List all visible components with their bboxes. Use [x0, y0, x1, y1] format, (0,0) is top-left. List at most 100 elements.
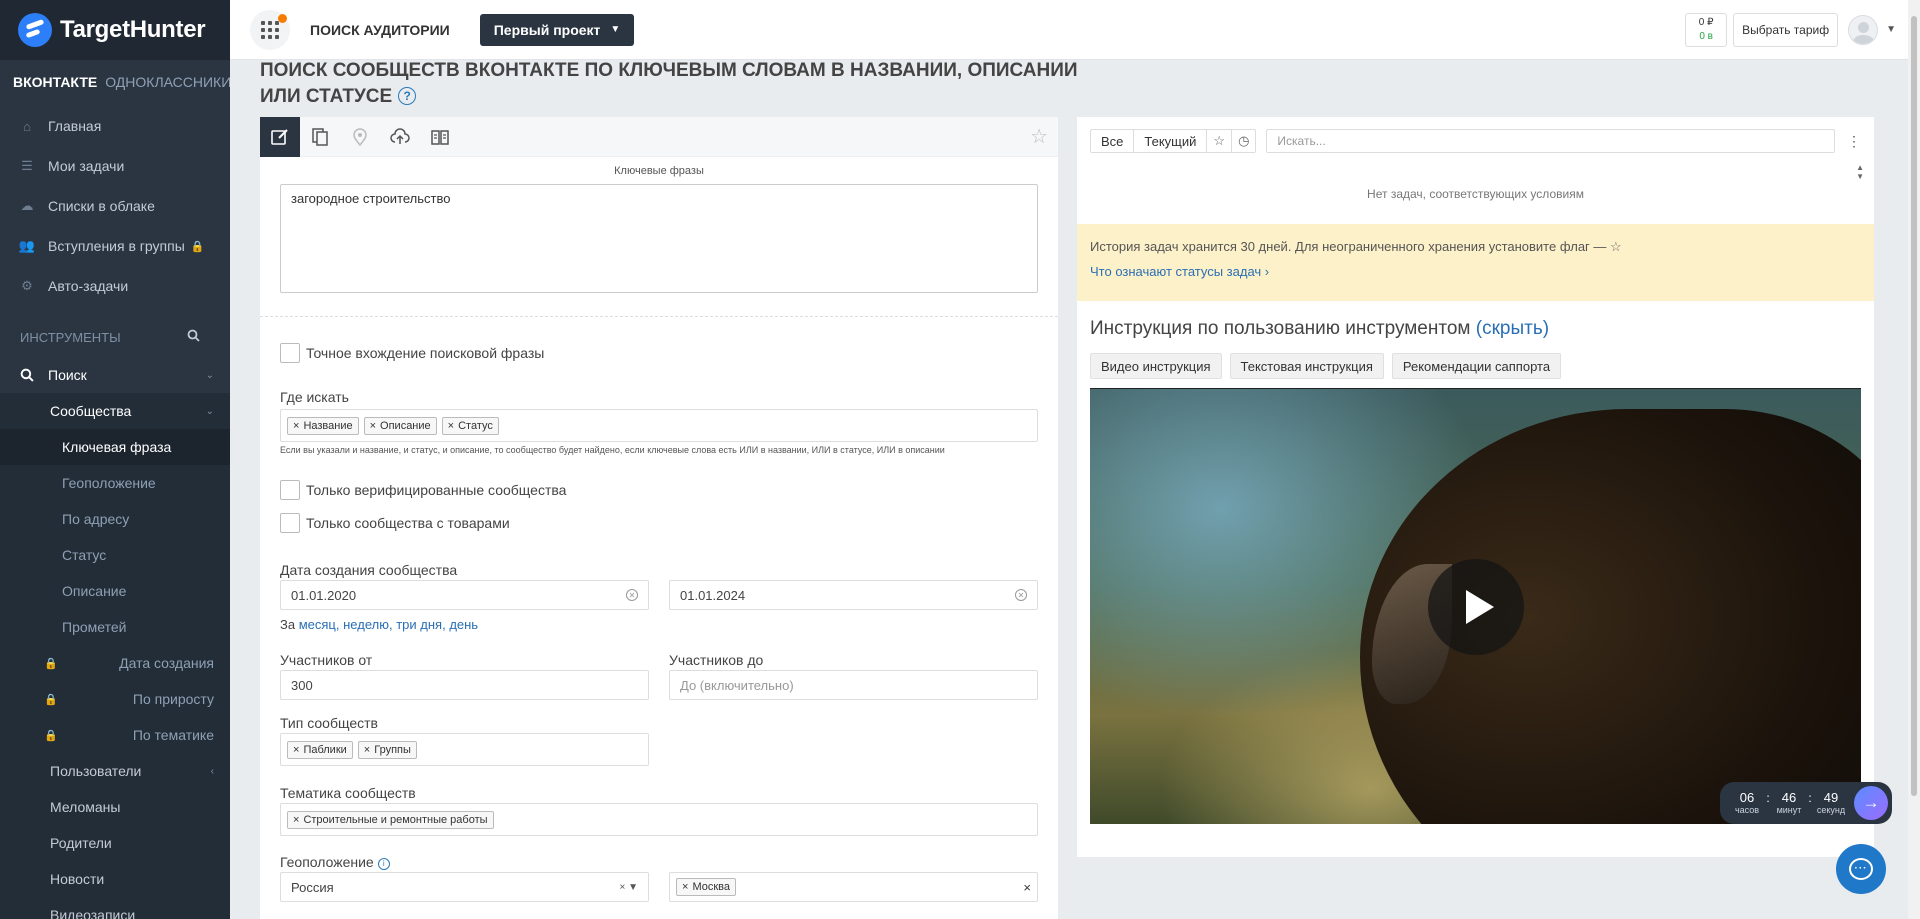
members-to-input[interactable]: До (включительно): [669, 670, 1038, 700]
sidebar-item-videos[interactable]: Видеозаписи: [0, 897, 230, 919]
tag-description[interactable]: × Описание: [363, 416, 437, 435]
date-from-input[interactable]: 01.01.2020 ✕: [280, 580, 649, 610]
tag-publics[interactable]: × Паблики: [287, 740, 353, 759]
members-from-input[interactable]: 300: [280, 670, 649, 700]
sidebar-item-users[interactable]: Пользователи ‹: [0, 753, 230, 789]
sidebar-item-keyword[interactable]: Ключевая фраза: [0, 429, 230, 465]
tab-copy[interactable]: [300, 117, 340, 157]
search-icon[interactable]: [187, 329, 200, 345]
avatar[interactable]: [1848, 14, 1879, 45]
clear-icon[interactable]: ×: [1023, 880, 1031, 895]
tab-upload[interactable]: [380, 117, 420, 157]
remove-icon[interactable]: ×: [370, 420, 376, 432]
period-day-link[interactable]: день: [449, 617, 478, 632]
filter-history-button[interactable]: ◷: [1232, 130, 1255, 152]
page-scrollbar[interactable]: [1908, 0, 1920, 919]
tab-location[interactable]: [340, 117, 380, 157]
arrow-right-icon[interactable]: →: [1854, 786, 1888, 820]
help-icon[interactable]: ?: [398, 87, 417, 105]
tasks-search-input[interactable]: Искать...: [1266, 129, 1835, 153]
type-label: Тип сообществ: [280, 715, 378, 731]
tab-edit[interactable]: [260, 116, 300, 157]
tab-support-recommendations[interactable]: Рекомендации саппорта: [1391, 353, 1562, 379]
caret-down-icon[interactable]: ▼: [1886, 24, 1896, 35]
star-icon[interactable]: ☆: [1610, 239, 1622, 254]
sidebar-item-search[interactable]: Поиск ⌄: [0, 357, 230, 393]
goods-row[interactable]: Только сообщества с товарами: [280, 513, 1058, 533]
sidebar-item-cloud-lists[interactable]: ☁ Списки в облаке: [0, 186, 230, 226]
chat-button[interactable]: ···: [1836, 844, 1886, 894]
sidebar-item-prometheus[interactable]: Прометей: [0, 609, 230, 645]
tag-status[interactable]: × Статус: [441, 416, 499, 435]
apps-button[interactable]: [250, 9, 290, 50]
type-tags-input[interactable]: × Паблики × Группы: [280, 733, 649, 766]
goods-checkbox[interactable]: [280, 513, 300, 533]
exact-match-checkbox[interactable]: [280, 343, 300, 363]
star-icon[interactable]: ☆: [1030, 124, 1048, 149]
sidebar-item-by-theme[interactable]: 🔒 По тематике: [0, 717, 230, 753]
sidebar-item-by-growth[interactable]: 🔒 По приросту: [0, 681, 230, 717]
tab-text-instruction[interactable]: Текстовая инструкция: [1229, 353, 1384, 379]
hide-instruction-link[interactable]: (скрыть): [1476, 318, 1549, 339]
remove-icon[interactable]: ×: [682, 881, 688, 893]
sidebar-item-label: Меломаны: [50, 799, 121, 815]
city-tags-input[interactable]: × Москва ×: [669, 872, 1038, 902]
sidebar-item-creation-date[interactable]: 🔒 Дата создания: [0, 645, 230, 681]
period-month-link[interactable]: месяц,: [299, 617, 340, 632]
exact-match-row[interactable]: Точное вхождение поисковой фразы: [280, 343, 1058, 363]
sidebar-item-home[interactable]: ⌂ Главная: [0, 106, 230, 146]
where-tags-input[interactable]: × Название × Описание × Статус: [280, 409, 1038, 442]
tab-vkontakte[interactable]: ВКОНТАКТЕ: [13, 74, 97, 106]
sidebar-item-description[interactable]: Описание: [0, 573, 230, 609]
sidebar-item-parents[interactable]: Родители: [0, 825, 230, 861]
tag-groups[interactable]: × Группы: [357, 740, 417, 759]
clear-icon[interactable]: ✕: [1015, 589, 1027, 601]
verified-row[interactable]: Только верифицированные сообщества: [280, 480, 1058, 500]
logo[interactable]: TargetHunter: [0, 0, 230, 60]
tag-name[interactable]: × Название: [287, 416, 359, 435]
page-title-text: ПОИСК СООБЩЕСТВ ВКОНТАКТЕ ПО КЛЮЧЕВЫМ СЛ…: [260, 60, 1078, 107]
sidebar-item-geolocation[interactable]: Геоположение: [0, 465, 230, 501]
remove-icon[interactable]: ×: [293, 420, 299, 432]
theme-tags-input[interactable]: × Строительные и ремонтные работы: [280, 803, 1038, 836]
sort-arrows-icon[interactable]: ▲ ▼: [1856, 163, 1864, 181]
period-three-days-link[interactable]: три дня,: [396, 617, 445, 632]
sidebar-item-by-address[interactable]: По адресу: [0, 501, 230, 537]
date-to-input[interactable]: 01.01.2024 ✕: [669, 580, 1038, 610]
country-select[interactable]: Россия × ▼: [280, 872, 649, 902]
choose-tariff-button[interactable]: Выбрать тариф: [1733, 12, 1839, 47]
tab-book[interactable]: [420, 117, 460, 157]
sidebar-item-group-joins[interactable]: 👥 Вступления в группы 🔒: [0, 226, 230, 266]
more-options-icon[interactable]: ⋮: [1847, 133, 1861, 150]
remove-icon[interactable]: ×: [448, 420, 454, 432]
sidebar-item-news[interactable]: Новости: [0, 861, 230, 897]
tag-theme[interactable]: × Строительные и ремонтные работы: [287, 810, 494, 829]
filter-all-button[interactable]: Все: [1091, 130, 1135, 152]
tag-city[interactable]: × Москва: [676, 878, 736, 896]
play-icon[interactable]: [1428, 559, 1524, 655]
sidebar-item-music-lovers[interactable]: Меломаны: [0, 789, 230, 825]
sidebar-item-auto-tasks[interactable]: ⚙ Авто-задачи: [0, 266, 230, 306]
remove-icon[interactable]: ×: [364, 744, 370, 756]
sidebar-item-status[interactable]: Статус: [0, 537, 230, 573]
remove-icon[interactable]: ×: [293, 814, 299, 826]
statuses-link[interactable]: Что означают статусы задач ›: [1090, 264, 1269, 279]
instruction-video[interactable]: [1090, 388, 1861, 824]
clear-caret-icon[interactable]: × ▼: [619, 882, 638, 893]
info-icon[interactable]: i: [377, 857, 390, 870]
sidebar-item-tasks[interactable]: ☰ Мои задачи: [0, 146, 230, 186]
filter-current-button[interactable]: Текущий: [1134, 130, 1208, 152]
tab-video-instruction[interactable]: Видео инструкция: [1090, 353, 1222, 379]
verified-checkbox[interactable]: [280, 480, 300, 500]
balance-widget[interactable]: 0 ₽ 0 в: [1685, 12, 1728, 47]
targethunter-logo-icon: [18, 13, 52, 47]
clear-icon[interactable]: ✕: [626, 589, 638, 601]
remove-icon[interactable]: ×: [293, 744, 299, 756]
sidebar-item-communities[interactable]: Сообщества ⌄: [0, 393, 230, 429]
project-selector[interactable]: Первый проект ▼: [479, 13, 635, 46]
tab-odnoklassniki[interactable]: ОДНОКЛАССНИКИ: [105, 74, 230, 106]
filter-favorites-button[interactable]: ☆: [1207, 130, 1233, 152]
scrollbar-thumb[interactable]: [1911, 16, 1917, 796]
period-week-link[interactable]: неделю,: [343, 617, 392, 632]
keywords-textarea[interactable]: загородное строительство: [280, 184, 1038, 293]
